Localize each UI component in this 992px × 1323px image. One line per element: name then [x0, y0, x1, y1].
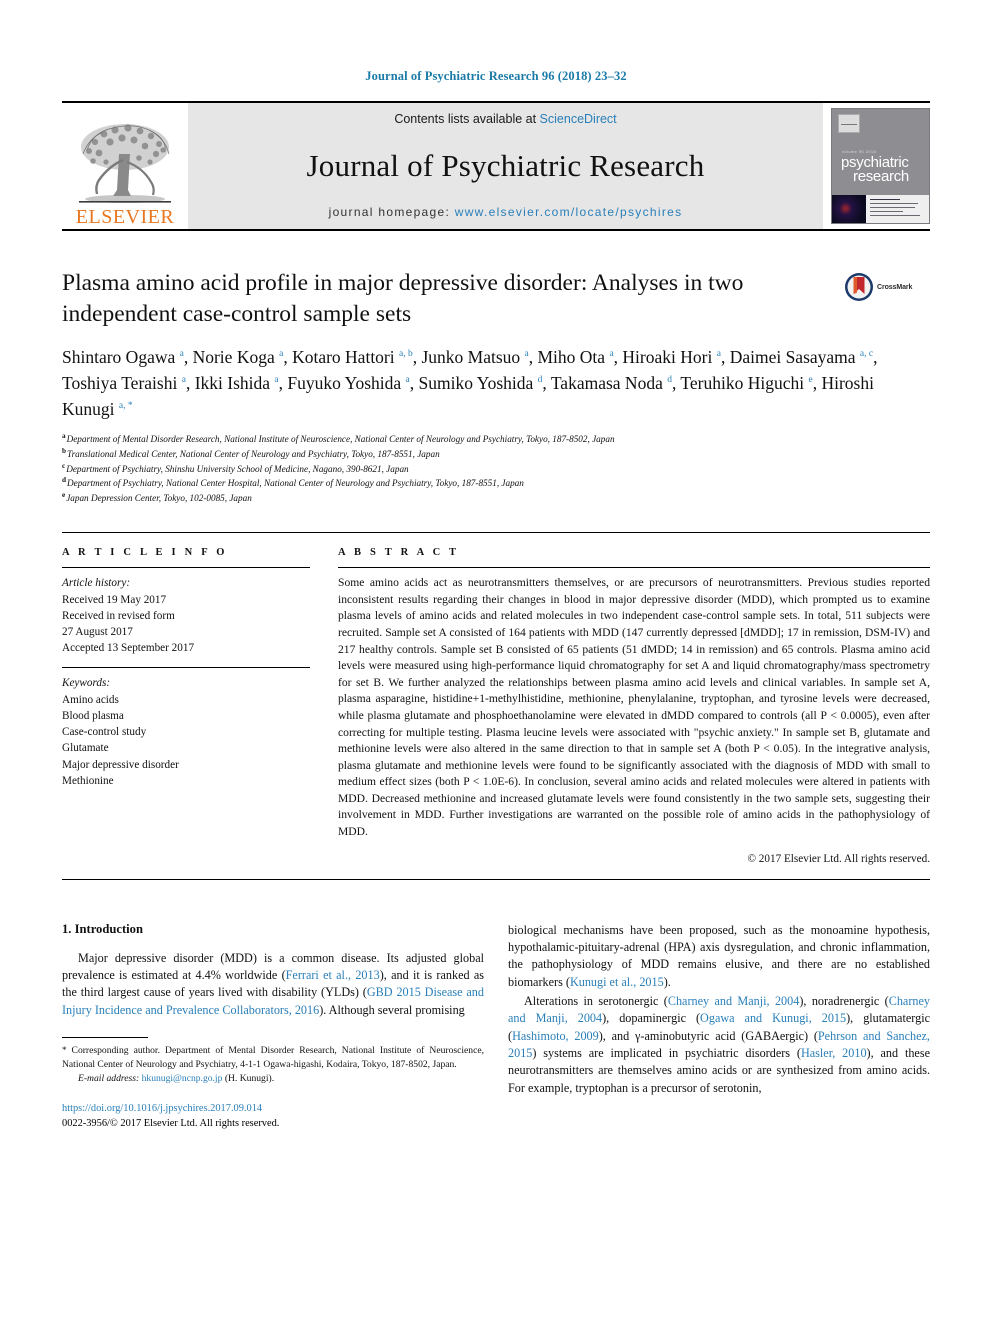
corresponding-author-note: * Corresponding author. Department of Me…: [62, 1044, 484, 1070]
footnote-block: * Corresponding author. Department of Me…: [62, 1036, 484, 1132]
masthead-center-panel: Contents lists available at ScienceDirec…: [188, 103, 823, 229]
title-row: Plasma amino acid profile in major depre…: [62, 268, 930, 329]
contents-prefix: Contents lists available at: [394, 112, 540, 126]
divider: [62, 567, 310, 569]
author-list: Shintaro Ogawa a, Norie Koga a, Kotaro H…: [62, 347, 878, 419]
contents-list-line: Contents lists available at ScienceDirec…: [394, 112, 616, 126]
keywords-label: Keywords:: [62, 677, 111, 690]
article-history-label: Article history:: [62, 577, 131, 590]
page-title: Plasma amino acid profile in major depre…: [62, 270, 744, 327]
affiliation-mark: a: [62, 431, 66, 440]
body-columns: 1. Introduction Major depressive disorde…: [62, 922, 930, 1132]
affiliation-item: dDepartment of Psychiatry, National Cent…: [62, 476, 930, 491]
intro-paragraph-right-2: Alterations in serotonergic (Charney and…: [508, 993, 930, 1095]
affiliation-item: aDepartment of Mental Disorder Research,…: [62, 432, 930, 447]
body-column-left: 1. Introduction Major depressive disorde…: [62, 922, 484, 1132]
sciencedirect-link[interactable]: ScienceDirect: [540, 112, 617, 126]
history-item: Received 19 May 2017: [62, 593, 167, 606]
affiliation-mark: c: [62, 461, 66, 470]
elsevier-logo: ELSEVIER: [62, 103, 188, 229]
article-page: Journal of Psychiatric Research 96 (2018…: [0, 0, 992, 1323]
body-column-right: biological mechanisms have been proposed…: [508, 922, 930, 1132]
abstract-text: Some amino acids act as neurotransmitter…: [338, 576, 930, 838]
keyword-item: Case-control study: [62, 726, 147, 739]
cover-title-line2: research: [853, 168, 909, 186]
issn-copyright-line: 0022-3956/© 2017 Elsevier Ltd. All right…: [62, 1118, 280, 1130]
keywords-block: Keywords: Amino acids Blood plasma Case-…: [62, 675, 310, 789]
homepage-prefix: journal homepage:: [328, 205, 455, 219]
history-item: Received in revised form: [62, 609, 175, 622]
crossmark-icon: [845, 273, 873, 301]
divider: [62, 667, 310, 669]
introduction-heading: 1. Introduction: [62, 921, 143, 936]
journal-cover-thumbnail: volume 96 2018 psychiatric research: [831, 108, 930, 224]
affiliation-item: bTranslational Medical Center, National …: [62, 447, 930, 462]
elsevier-wordmark: ELSEVIER: [75, 206, 175, 228]
intro-paragraph-right-1: biological mechanisms have been proposed…: [508, 922, 930, 989]
history-item: 27 August 2017: [62, 626, 133, 638]
cover-text-lines: [870, 199, 925, 219]
cover-brain-scan-icon: [832, 195, 866, 223]
affiliation-list: aDepartment of Mental Disorder Research,…: [62, 432, 930, 507]
crossmark-badge[interactable]: CrossMark: [844, 268, 930, 302]
intro-paragraph-left: Major depressive disorder (MDD) is a com…: [62, 950, 485, 1017]
email-link[interactable]: hkunugi@ncnp.go.jp: [142, 1073, 223, 1084]
cover-publisher-mark-icon: [838, 114, 860, 133]
email-label: E-mail address:: [78, 1072, 140, 1084]
affiliation-mark: d: [62, 476, 66, 485]
journal-title: Journal of Psychiatric Research: [306, 147, 705, 183]
affiliation-mark: b: [62, 446, 66, 455]
doi-link[interactable]: https://doi.org/10.1016/j.jpsychires.201…: [62, 1101, 484, 1117]
email-line: E-mail address: hkunugi@ncnp.go.jp (H. K…: [62, 1072, 484, 1086]
affiliation-text: Japan Depression Center, Tokyo, 102-0085…: [66, 493, 252, 504]
affiliation-text: Department of Psychiatry, National Cente…: [67, 478, 524, 489]
affiliation-text: Department of Psychiatry, Shinshu Univer…: [66, 463, 409, 474]
affiliation-text: Department of Mental Disorder Research, …: [66, 433, 615, 444]
cover-image-strip: [832, 195, 929, 223]
journal-homepage-line: journal homepage: www.elsevier.com/locat…: [329, 205, 683, 219]
affiliation-text: Translational Medical Center, National C…: [67, 448, 440, 459]
affiliation-item: cDepartment of Psychiatry, Shinshu Unive…: [62, 462, 930, 477]
affiliation-item: eJapan Depression Center, Tokyo, 102-008…: [62, 491, 930, 506]
doi-block: https://doi.org/10.1016/j.jpsychires.201…: [62, 1101, 484, 1132]
article-history-block: Article history: Received 19 May 2017 Re…: [62, 575, 310, 656]
email-owner: (H. Kunugi).: [224, 1072, 275, 1084]
affiliation-mark: e: [62, 491, 66, 500]
keyword-item: Methionine: [62, 774, 114, 787]
keyword-item: Blood plasma: [62, 709, 124, 722]
abstract-heading: A B S T R A C T: [338, 547, 460, 559]
abstract-copyright: © 2017 Elsevier Ltd. All rights reserved…: [747, 852, 931, 865]
footnote-divider: [62, 1036, 148, 1038]
cover-title: psychiatric research: [841, 155, 924, 186]
keyword-item: Major depressive disorder: [62, 758, 179, 771]
history-item: Accepted 13 September 2017: [62, 642, 195, 655]
homepage-url-link[interactable]: www.elsevier.com/locate/psychires: [455, 205, 683, 219]
divider: [338, 567, 930, 569]
crossmark-label: CrossMark: [877, 283, 913, 291]
info-abstract-section: A R T I C L E I N F O Article history: R…: [62, 532, 931, 865]
article-info-column: A R T I C L E I N F O Article history: R…: [62, 547, 310, 864]
elsevier-tree-icon: [79, 124, 171, 203]
keyword-item: Amino acids: [62, 693, 119, 706]
section-divider: [62, 878, 930, 880]
running-head: Journal of Psychiatric Research 96 (2018…: [365, 69, 627, 83]
article-info-heading: A R T I C L E I N F O: [62, 547, 228, 559]
abstract-column: A B S T R A C T Some amino acids act as …: [338, 547, 931, 865]
journal-masthead: ELSEVIER Contents lists available at Sci…: [62, 101, 930, 231]
keyword-item: Glutamate: [62, 742, 109, 755]
